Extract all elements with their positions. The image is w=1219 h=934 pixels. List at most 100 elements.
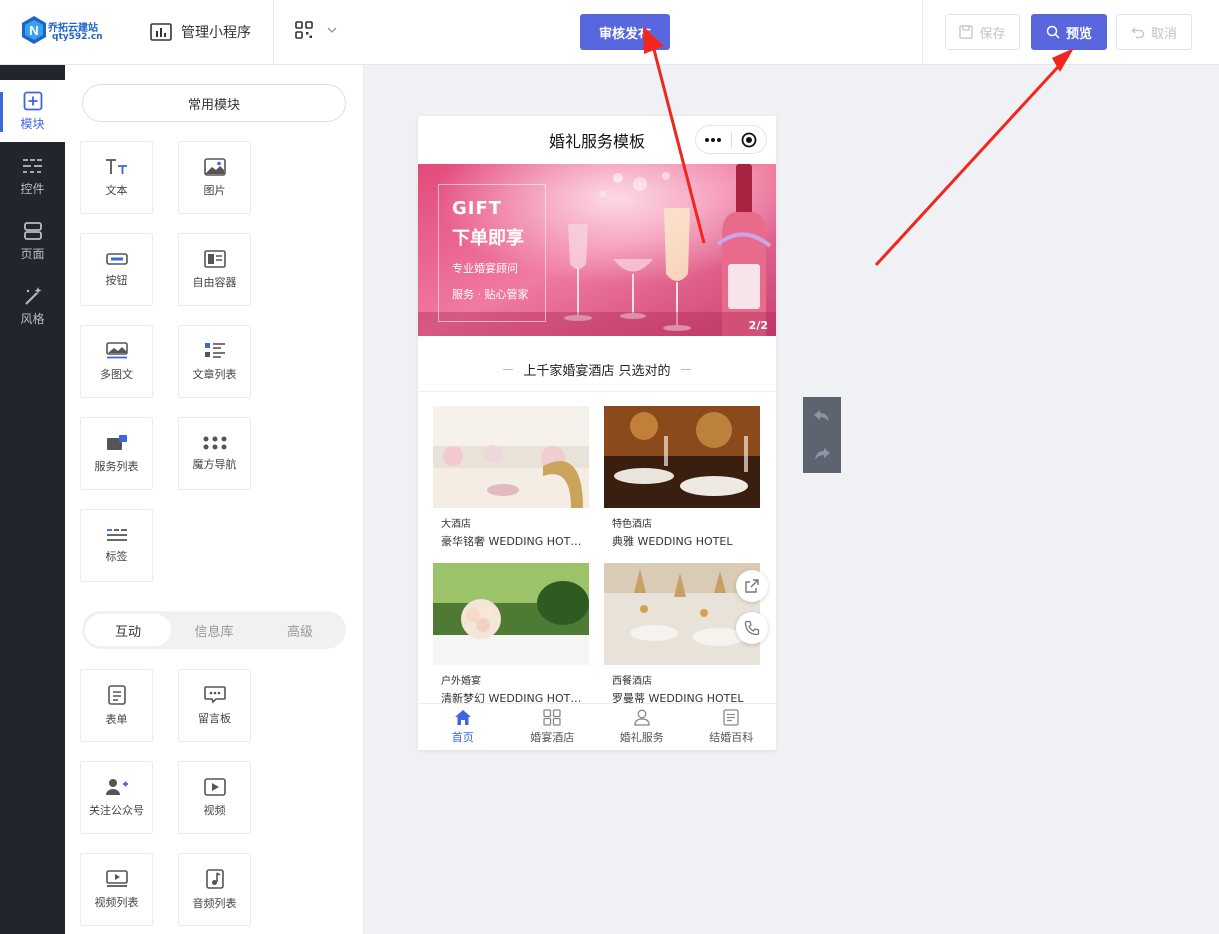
module-video[interactable]: 视频: [178, 761, 251, 834]
hotel-card[interactable]: 大酒店 豪华铭奢 WEDDING HOTEL: [433, 406, 589, 549]
common-modules-header[interactable]: 常用模块: [82, 84, 346, 122]
module-text[interactable]: 文本: [80, 141, 153, 214]
tag-icon: [106, 528, 127, 541]
cancel-button[interactable]: 取消: [1116, 14, 1192, 50]
section-title: 上千家婚宴酒店 只选对的: [418, 348, 776, 392]
share-button[interactable]: [736, 570, 768, 602]
save-icon: [959, 25, 974, 39]
preview-button[interactable]: 预览: [1031, 14, 1107, 50]
svg-text:N: N: [29, 23, 38, 38]
qr-dropdown[interactable]: [295, 21, 337, 39]
save-label: 保存: [979, 26, 1006, 42]
title-dash: [503, 369, 514, 370]
card-subtitle: 典雅 WEDDING HOTEL: [612, 535, 733, 548]
undo-icon: [1131, 27, 1145, 39]
redo-button[interactable]: [803, 435, 841, 473]
module-service-list[interactable]: 服务列表: [80, 417, 153, 490]
bar-chart-icon: [150, 23, 172, 41]
magic-wand-icon: [24, 286, 41, 305]
tab-label: 结婚百科: [709, 731, 754, 744]
left-rail: 模块 控件 页面 风格: [0, 65, 65, 934]
multi-image-icon: [105, 341, 128, 358]
page-title: 婚礼服务模板: [548, 132, 645, 151]
user-icon: [634, 709, 650, 726]
phone-call-button[interactable]: [736, 612, 768, 644]
module-label: 图片: [203, 183, 226, 197]
module-article-list[interactable]: 文章列表: [178, 325, 251, 398]
rail-item-style[interactable]: 风格: [0, 275, 65, 337]
tab-hotels[interactable]: 婚宴酒店: [508, 704, 598, 750]
module-label: 自由容器: [192, 275, 237, 289]
module-label: 按钮: [105, 273, 128, 287]
rail-item-modules[interactable]: 模块: [0, 80, 65, 142]
brand-url: qty592.cn: [52, 32, 103, 42]
tab-interactive[interactable]: 互动: [85, 614, 171, 646]
module-button[interactable]: 按钮: [80, 233, 153, 306]
module-label: 关注公众号: [89, 803, 144, 817]
arrow-to-preview: [874, 54, 1070, 267]
top-bar: N 乔拓云建站 qty592.cn 管理小程序 审核发布 保存 预览 取消: [0, 0, 1219, 65]
outdoor-photo: [433, 563, 589, 665]
target-icon: [741, 132, 757, 147]
redo-arrow-icon: [815, 448, 830, 460]
undo-button[interactable]: [803, 397, 841, 435]
hotel-card[interactable]: 特色酒店 典雅 WEDDING HOTEL: [604, 406, 760, 549]
logo[interactable]: N 乔拓云建站 qty592.cn: [22, 16, 122, 48]
layers-icon: [23, 221, 42, 240]
rail-label: 页面: [20, 246, 45, 261]
rail-item-pages[interactable]: 页面: [0, 210, 65, 272]
more-button[interactable]: [696, 137, 731, 142]
module-follow-account[interactable]: 关注公众号: [80, 761, 153, 834]
module-form[interactable]: 表单: [80, 669, 153, 742]
more-dots-icon: [705, 137, 722, 142]
rail-item-controls[interactable]: 控件: [0, 145, 65, 207]
banquet-photo: [433, 406, 589, 508]
module-grid-nav[interactable]: 魔方导航: [178, 417, 251, 490]
tab-label: 婚礼服务: [619, 731, 664, 744]
phone-preview: 婚礼服务模板 GIFT 下单即享 专业婚宴顾问 服务 · 贴心管家 2/2 上千…: [418, 116, 776, 750]
title-dash: [680, 369, 691, 370]
grid-icon: [543, 709, 561, 726]
module-label: 表单: [105, 712, 128, 726]
banner-line1: 专业婚宴顾问: [452, 262, 518, 275]
module-message-board[interactable]: 留言板: [178, 669, 251, 742]
qrcode-icon: [295, 21, 313, 39]
module-multi-image[interactable]: 多图文: [80, 325, 153, 398]
phone-header: 婚礼服务模板: [418, 116, 776, 164]
module-label: 视频: [203, 803, 226, 817]
tab-advanced[interactable]: 高级: [257, 614, 343, 646]
module-container[interactable]: 自由容器: [178, 233, 251, 306]
tab-encyclopedia[interactable]: 结婚百科: [687, 704, 777, 750]
audio-list-icon: [205, 868, 224, 889]
module-tag[interactable]: 标签: [80, 509, 153, 582]
banner-carousel[interactable]: GIFT 下单即享 专业婚宴顾问 服务 · 贴心管家 2/2: [418, 164, 776, 336]
close-miniprogram-button[interactable]: [732, 132, 767, 148]
module-label: 留言板: [198, 711, 231, 725]
module-audio-list[interactable]: 音频列表: [178, 853, 251, 926]
tab-library[interactable]: 信息库: [171, 614, 257, 646]
module-category-tabs: 互动 信息库 高级: [82, 611, 346, 649]
message-board-icon: [203, 685, 226, 703]
card-subtitle: 豪华铭奢 WEDDING HOTEL: [441, 535, 583, 548]
module-label: 魔方导航: [192, 457, 237, 471]
search-icon: [1046, 25, 1060, 39]
module-image[interactable]: 图片: [178, 141, 251, 214]
publish-button[interactable]: 审核发布: [580, 14, 670, 50]
tab-home[interactable]: 首页: [418, 704, 508, 750]
save-button[interactable]: 保存: [945, 14, 1020, 50]
tab-services[interactable]: 婚礼服务: [597, 704, 687, 750]
miniprogram-capsule: [695, 125, 767, 154]
module-label: 标签: [105, 549, 128, 563]
publish-label: 审核发布: [598, 26, 651, 42]
card-photo: [604, 406, 760, 508]
section-title-text: 上千家婚宴酒店 只选对的: [523, 364, 671, 379]
manage-miniprogram-link[interactable]: 管理小程序: [150, 19, 251, 45]
undo-arrow-icon: [814, 410, 829, 422]
home-icon: [454, 710, 471, 725]
video-icon: [203, 777, 226, 796]
rail-label: 控件: [20, 181, 45, 196]
phone-icon: [744, 620, 760, 636]
form-icon: [107, 684, 126, 705]
hotel-card[interactable]: 户外婚宴 清新梦幻 WEDDING HOTEL: [433, 563, 589, 706]
module-video-list[interactable]: 视频列表: [80, 853, 153, 926]
